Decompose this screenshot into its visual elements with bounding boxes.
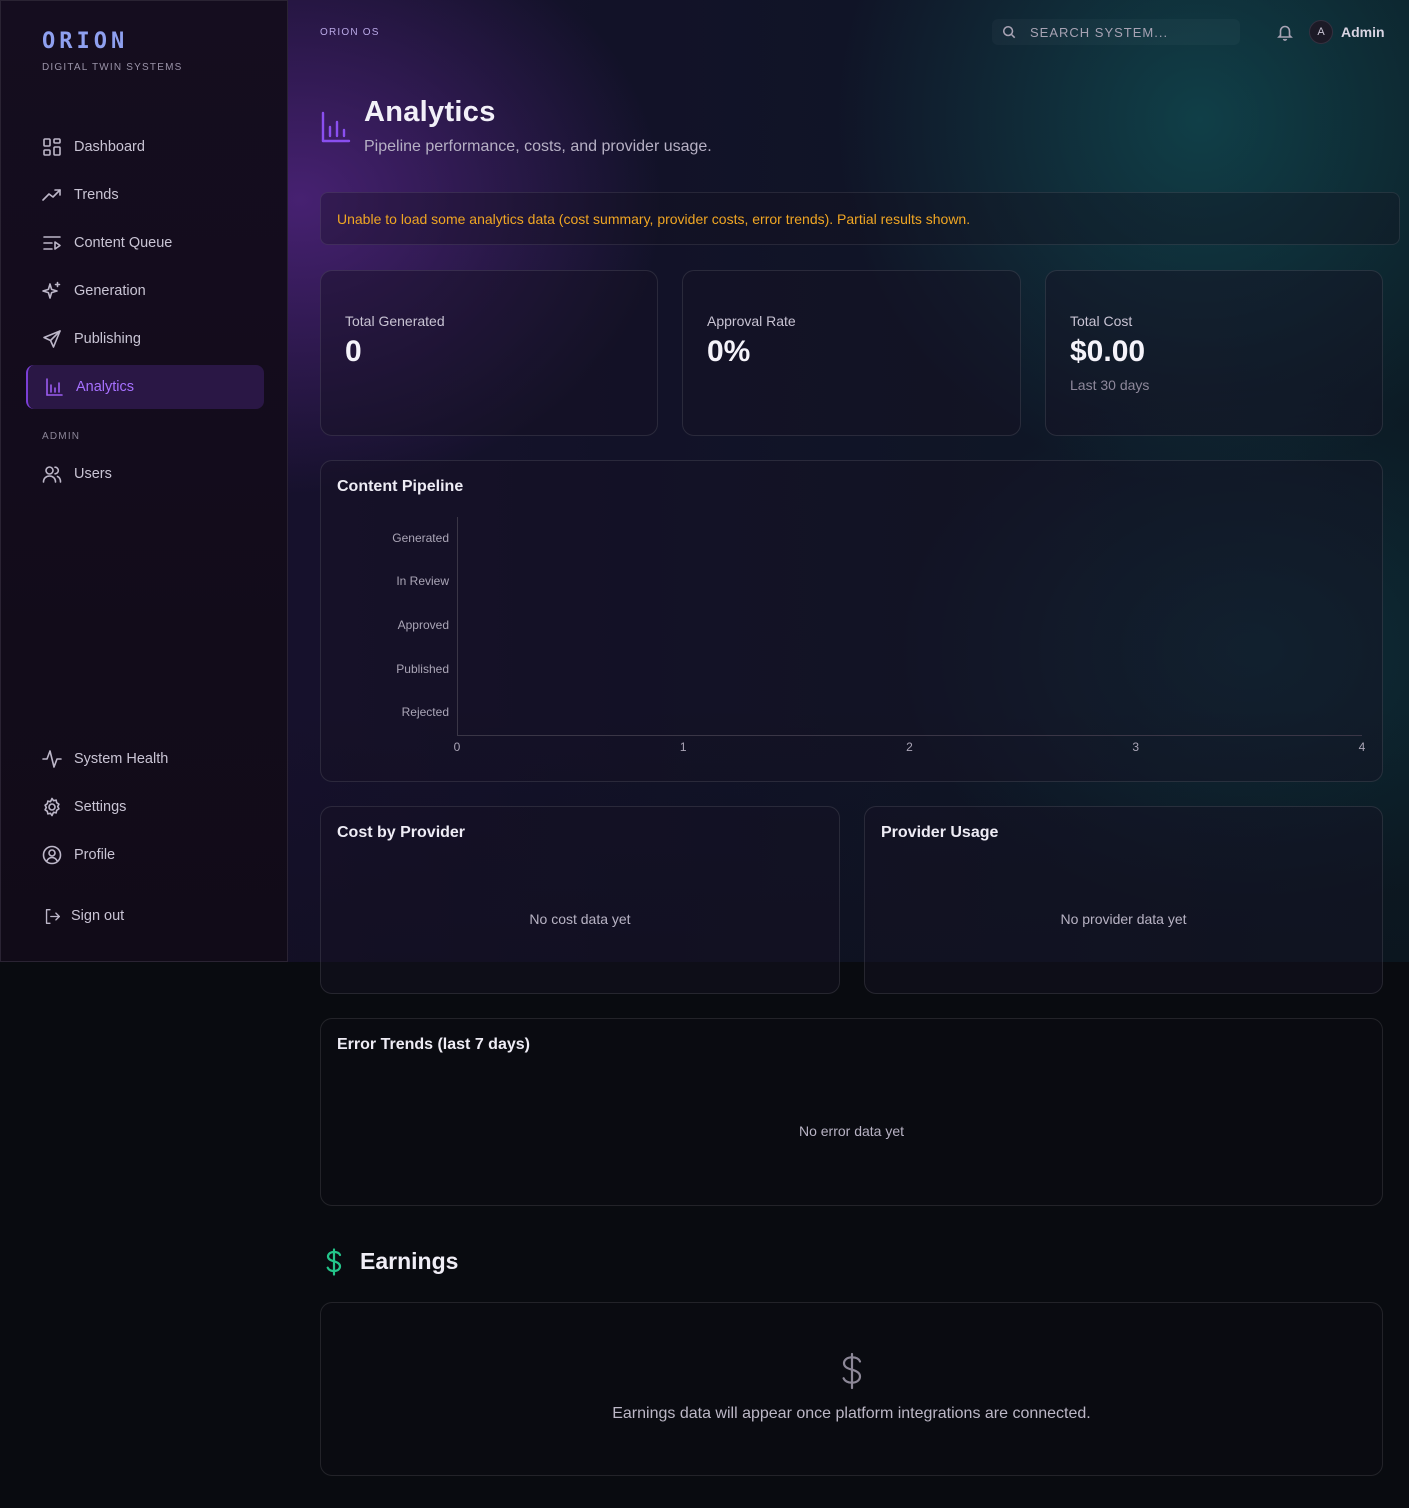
error-trends-card: Error Trends (last 7 days) No error data… xyxy=(320,1018,1383,1206)
user-name[interactable]: Admin xyxy=(1341,24,1385,40)
empty-state-message: No cost data yet xyxy=(529,911,631,927)
notifications-button[interactable] xyxy=(1276,23,1294,41)
y-tick-label: Rejected xyxy=(401,705,449,720)
users-icon xyxy=(42,464,62,484)
avatar[interactable]: A xyxy=(1309,20,1333,44)
bar-chart-icon xyxy=(44,377,64,397)
sidebar: ORION DIGITAL TWIN SYSTEMS Dashboard Tre… xyxy=(0,0,288,962)
bell-icon xyxy=(1277,25,1293,41)
user-circle-icon xyxy=(42,845,62,865)
grid-icon xyxy=(42,137,62,157)
sign-out-label: Sign out xyxy=(71,908,125,924)
sidebar-item-label: Trends xyxy=(74,187,119,203)
empty-state-message: Earnings data will appear once platform … xyxy=(612,1405,1091,1422)
sidebar-item-generation[interactable]: Generation xyxy=(26,269,264,313)
stat-value: $0.00 xyxy=(1070,335,1146,368)
stat-card-total-cost: Total Cost $0.00 Last 30 days xyxy=(1045,270,1383,436)
empty-state-message: No provider data yet xyxy=(1060,911,1187,927)
sidebar-item-users[interactable]: Users xyxy=(26,452,264,496)
stat-label: Total Generated xyxy=(345,313,445,329)
stat-value: 0% xyxy=(707,335,751,368)
sidebar-item-settings[interactable]: Settings xyxy=(26,785,264,829)
log-out-icon xyxy=(42,906,62,926)
stat-card-approval-rate: Approval Rate 0% xyxy=(682,270,1021,436)
stat-period: Last 30 days xyxy=(1070,377,1150,393)
x-tick-label: 1 xyxy=(679,740,687,754)
list-play-icon xyxy=(42,233,62,253)
page-title: Analytics xyxy=(364,96,496,128)
sparkles-icon xyxy=(42,281,62,301)
breadcrumb[interactable]: ORION OS xyxy=(320,27,380,38)
brand-logo: ORION xyxy=(42,29,129,54)
y-tick-label: In Review xyxy=(396,574,449,589)
card-title: Content Pipeline xyxy=(337,478,464,495)
admin-section-label: ADMIN xyxy=(42,431,81,442)
sidebar-item-analytics[interactable]: Analytics xyxy=(26,365,264,409)
activity-icon xyxy=(42,749,62,769)
sidebar-item-label: Dashboard xyxy=(74,139,145,155)
stat-label: Total Cost xyxy=(1070,313,1133,329)
brand-tagline: DIGITAL TWIN SYSTEMS xyxy=(42,62,183,73)
x-tick-label: 2 xyxy=(906,740,913,754)
sidebar-item-label: Publishing xyxy=(74,331,141,347)
sidebar-item-label: Generation xyxy=(74,283,146,299)
bar-chart-icon xyxy=(320,110,352,144)
card-title: Provider Usage xyxy=(881,824,999,841)
sidebar-item-content-queue[interactable]: Content Queue xyxy=(26,221,264,265)
sidebar-item-label: System Health xyxy=(74,751,169,767)
y-tick-label: Approved xyxy=(397,618,449,632)
gear-icon xyxy=(42,797,62,817)
search-bar[interactable] xyxy=(992,19,1240,45)
stat-value: 0 xyxy=(345,335,362,368)
trending-up-icon xyxy=(42,185,62,205)
y-tick-label: Published xyxy=(396,661,449,676)
sidebar-item-profile[interactable]: Profile xyxy=(26,833,264,877)
x-axis xyxy=(457,735,1362,736)
x-tick-label: 4 xyxy=(1358,740,1366,754)
warning-alert: Unable to load some analytics data (cost… xyxy=(320,192,1400,245)
earnings-title: Earnings xyxy=(360,1248,459,1274)
sidebar-item-publishing[interactable]: Publishing xyxy=(26,317,264,361)
sidebar-item-label: Analytics xyxy=(76,379,135,395)
x-tick-label: 0 xyxy=(453,740,461,754)
y-tick-label: Generated xyxy=(392,530,449,545)
content-pipeline-card: Content Pipeline Generated In Review Appro… xyxy=(320,460,1383,782)
sidebar-item-trends[interactable]: Trends xyxy=(26,173,264,217)
card-title: Cost by Provider xyxy=(337,824,466,841)
page-subtitle: Pipeline performance, costs, and provide… xyxy=(364,138,712,155)
send-icon xyxy=(42,329,62,349)
y-axis xyxy=(457,517,458,735)
sign-out-button[interactable]: Sign out xyxy=(26,894,264,938)
sidebar-item-dashboard[interactable]: Dashboard xyxy=(26,125,264,169)
sidebar-item-label: Content Queue xyxy=(74,235,173,251)
stat-label: Approval Rate xyxy=(707,313,796,329)
search-input[interactable] xyxy=(1030,24,1230,40)
sidebar-item-label: Profile xyxy=(74,847,116,863)
stat-card-total-generated: Total Generated 0 xyxy=(320,270,658,436)
brand[interactable]: ORION DIGITAL TWIN SYSTEMS xyxy=(42,29,183,73)
card-title: Error Trends (last 7 days) xyxy=(337,1036,530,1053)
cost-by-provider-card: Cost by Provider No cost data yet xyxy=(320,806,840,994)
empty-state-message: No error data yet xyxy=(798,1123,905,1139)
sidebar-item-label: Settings xyxy=(74,799,127,815)
provider-usage-card: Provider Usage No provider data yet xyxy=(864,806,1383,994)
x-tick-label: 3 xyxy=(1132,740,1140,754)
dollar-icon xyxy=(322,1248,346,1276)
search-icon xyxy=(1002,25,1016,39)
sidebar-item-label: Users xyxy=(74,466,112,482)
sidebar-item-system-health[interactable]: System Health xyxy=(26,737,264,781)
dollar-icon xyxy=(836,1352,868,1390)
